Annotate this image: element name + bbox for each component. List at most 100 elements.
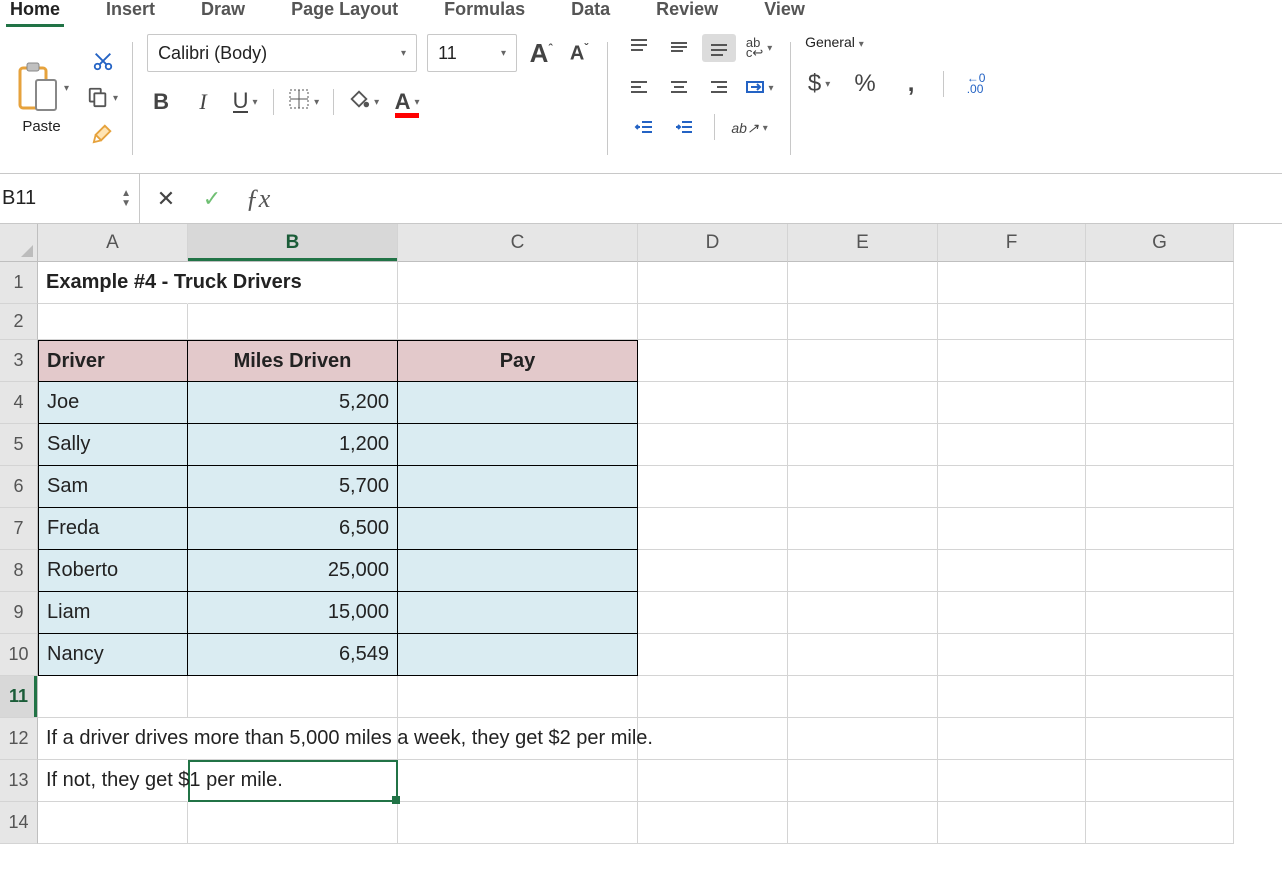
cell-F7[interactable] (938, 508, 1086, 550)
row-header[interactable]: 10 (0, 634, 38, 676)
cell-C7[interactable] (398, 508, 638, 550)
cell-A3[interactable]: Driver (38, 340, 188, 382)
cell-B9[interactable]: 15,000 (188, 592, 398, 634)
cell-A7[interactable]: Freda (38, 508, 188, 550)
cell-A6[interactable]: Sam (38, 466, 188, 508)
row-header[interactable]: 14 (0, 802, 38, 844)
number-format-select[interactable]: General (805, 34, 1065, 50)
cell-D6[interactable] (638, 466, 788, 508)
cell-A8[interactable]: Roberto (38, 550, 188, 592)
cell-E4[interactable] (788, 382, 938, 424)
insert-function-button[interactable]: ƒx (244, 185, 272, 213)
cell-F2[interactable] (938, 304, 1086, 340)
align-bottom-button[interactable] (702, 34, 736, 62)
cell-D11[interactable] (638, 676, 788, 718)
cell-F3[interactable] (938, 340, 1086, 382)
column-header[interactable]: E (788, 224, 938, 262)
cut-button[interactable] (89, 49, 117, 77)
cell-F4[interactable] (938, 382, 1086, 424)
cancel-formula-button[interactable]: ✕ (152, 185, 180, 213)
tab-view[interactable]: View (760, 0, 809, 24)
cell-B11[interactable] (188, 676, 398, 718)
borders-button[interactable] (288, 88, 319, 116)
fill-color-button[interactable] (348, 88, 379, 116)
orientation-button[interactable]: ab↗ (731, 114, 767, 142)
cell-E10[interactable] (788, 634, 938, 676)
cell-A2[interactable] (38, 304, 188, 340)
cell-B6[interactable]: 5,700 (188, 466, 398, 508)
cell-G11[interactable] (1086, 676, 1234, 718)
cell-A5[interactable]: Sally (38, 424, 188, 466)
row-header[interactable]: 13 (0, 760, 38, 802)
cell-C3[interactable]: Pay (398, 340, 638, 382)
cell-B14[interactable] (188, 802, 398, 844)
cell-C5[interactable] (398, 424, 638, 466)
comma-style-button[interactable]: , (897, 70, 925, 98)
cell-E12[interactable] (788, 718, 938, 760)
font-size-select[interactable]: 11 (427, 34, 517, 72)
cell-E7[interactable] (788, 508, 938, 550)
column-header[interactable]: D (638, 224, 788, 262)
formula-input[interactable] (284, 174, 1282, 223)
cell-F6[interactable] (938, 466, 1086, 508)
shrink-font-button[interactable]: Aˇ (565, 39, 593, 67)
cell-D9[interactable] (638, 592, 788, 634)
row-header[interactable]: 12 (0, 718, 38, 760)
cell-A1[interactable]: Example #4 - Truck Drivers (38, 262, 188, 304)
cell-F14[interactable] (938, 802, 1086, 844)
select-all-corner[interactable] (0, 224, 38, 262)
cell-G3[interactable] (1086, 340, 1234, 382)
cell-E5[interactable] (788, 424, 938, 466)
cell-A14[interactable] (38, 802, 188, 844)
cell-C14[interactable] (398, 802, 638, 844)
cell-A10[interactable]: Nancy (38, 634, 188, 676)
merge-cells-button[interactable] (742, 74, 776, 102)
cell-D12[interactable] (638, 718, 788, 760)
row-header[interactable]: 7 (0, 508, 38, 550)
align-top-button[interactable] (622, 34, 656, 62)
cell-G5[interactable] (1086, 424, 1234, 466)
cell-D3[interactable] (638, 340, 788, 382)
cell-B8[interactable]: 25,000 (188, 550, 398, 592)
wrap-text-button[interactable]: abc↩ (742, 34, 776, 62)
cell-F10[interactable] (938, 634, 1086, 676)
cell-A4[interactable]: Joe (38, 382, 188, 424)
cell-D4[interactable] (638, 382, 788, 424)
cell-F5[interactable] (938, 424, 1086, 466)
cell-G2[interactable] (1086, 304, 1234, 340)
format-painter-button[interactable] (89, 121, 117, 149)
increase-decimal-button[interactable]: ←0 .00 (962, 70, 990, 98)
row-header[interactable]: 3 (0, 340, 38, 382)
italic-button[interactable]: I (189, 88, 217, 116)
cell-G10[interactable] (1086, 634, 1234, 676)
cell-G8[interactable] (1086, 550, 1234, 592)
cell-A12[interactable]: If a driver drives more than 5,000 miles… (38, 718, 188, 760)
row-header[interactable]: 6 (0, 466, 38, 508)
column-header[interactable]: G (1086, 224, 1234, 262)
column-header[interactable]: C (398, 224, 638, 262)
tab-insert[interactable]: Insert (102, 0, 159, 24)
currency-button[interactable]: $ (805, 70, 833, 98)
column-header[interactable]: F (938, 224, 1086, 262)
cell-G12[interactable] (1086, 718, 1234, 760)
cell-C13[interactable] (398, 760, 638, 802)
tab-review[interactable]: Review (652, 0, 722, 24)
column-header[interactable]: A (38, 224, 188, 262)
paste-button[interactable] (14, 62, 69, 114)
accept-formula-button[interactable]: ✓ (198, 185, 226, 213)
cell-F13[interactable] (938, 760, 1086, 802)
cell-B3[interactable]: Miles Driven (188, 340, 398, 382)
cell-G7[interactable] (1086, 508, 1234, 550)
cell-E2[interactable] (788, 304, 938, 340)
cell-A9[interactable]: Liam (38, 592, 188, 634)
name-box-spinner[interactable]: ▲▼ (121, 189, 131, 209)
cell-G1[interactable] (1086, 262, 1234, 304)
cell-B7[interactable]: 6,500 (188, 508, 398, 550)
align-middle-button[interactable] (662, 34, 696, 62)
cell-B2[interactable] (188, 304, 398, 340)
tab-data[interactable]: Data (567, 0, 614, 24)
percent-button[interactable]: % (851, 70, 879, 98)
cell-C11[interactable] (398, 676, 638, 718)
cell-D10[interactable] (638, 634, 788, 676)
decrease-indent-button[interactable] (630, 114, 658, 142)
